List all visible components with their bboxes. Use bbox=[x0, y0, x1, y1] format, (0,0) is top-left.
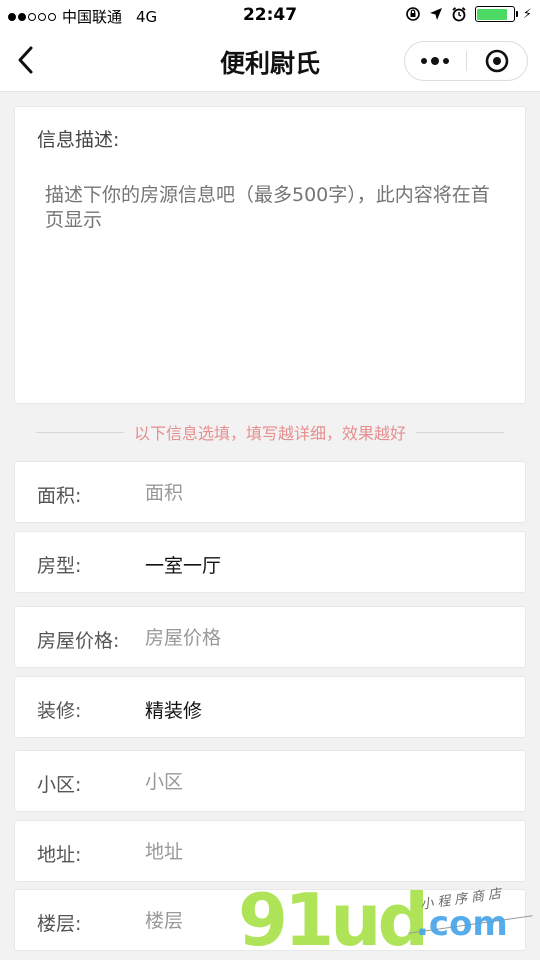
decoration-label: 装修: bbox=[37, 700, 82, 722]
watermark-logo: 91ud 小程序商店 .com bbox=[238, 878, 538, 960]
area-input[interactable] bbox=[145, 474, 505, 512]
field-price: 房屋价格: bbox=[14, 606, 526, 668]
status-right: ⚡ bbox=[405, 6, 532, 22]
field-decoration[interactable]: 装修: 精装修 bbox=[14, 676, 526, 738]
description-textarea[interactable] bbox=[45, 183, 507, 383]
navigation-bar: 便利尉氏 bbox=[0, 30, 540, 92]
room-type-picker[interactable]: 一室一厅 bbox=[145, 551, 221, 578]
status-bar: 中国联通 4G 22:47 ⚡ bbox=[0, 0, 540, 30]
hint-line-left bbox=[36, 431, 124, 433]
field-community: 小区: bbox=[14, 750, 526, 812]
price-label: 房屋价格: bbox=[37, 630, 120, 652]
price-input[interactable] bbox=[145, 619, 505, 657]
more-dots-icon bbox=[421, 56, 450, 65]
description-label: 信息描述: bbox=[37, 129, 120, 151]
target-icon bbox=[485, 49, 509, 73]
mini-program-capsule bbox=[404, 41, 528, 81]
optional-hint: 以下信息选填，填写越详细，效果越好 bbox=[36, 420, 505, 444]
community-label: 小区: bbox=[37, 774, 82, 796]
address-label: 地址: bbox=[37, 844, 82, 866]
alarm-icon bbox=[452, 7, 466, 22]
decoration-picker[interactable]: 精装修 bbox=[145, 696, 202, 723]
description-card: 信息描述: bbox=[14, 106, 526, 404]
battery-level bbox=[477, 8, 508, 20]
community-input[interactable] bbox=[145, 763, 505, 801]
floor-label: 楼层: bbox=[37, 913, 82, 935]
field-address: 地址: bbox=[14, 820, 526, 882]
hint-text: 以下信息选填，填写越详细，效果越好 bbox=[134, 424, 407, 443]
hint-line-right bbox=[416, 431, 505, 433]
more-button[interactable] bbox=[405, 42, 466, 80]
rotation-lock-icon bbox=[406, 7, 420, 21]
watermark-brand: 91ud bbox=[238, 878, 429, 960]
battery-icon bbox=[474, 6, 518, 22]
watermark-domain: .com bbox=[416, 904, 508, 944]
charging-bolt-icon: ⚡ bbox=[522, 6, 532, 22]
area-label: 面积: bbox=[37, 485, 82, 507]
location-arrow-icon bbox=[429, 8, 442, 20]
address-input[interactable] bbox=[145, 833, 505, 871]
field-room-type[interactable]: 房型: 一室一厅 bbox=[14, 531, 526, 593]
field-area: 面积: bbox=[14, 461, 526, 523]
room-type-label: 房型: bbox=[37, 555, 82, 577]
close-button[interactable] bbox=[467, 42, 528, 80]
